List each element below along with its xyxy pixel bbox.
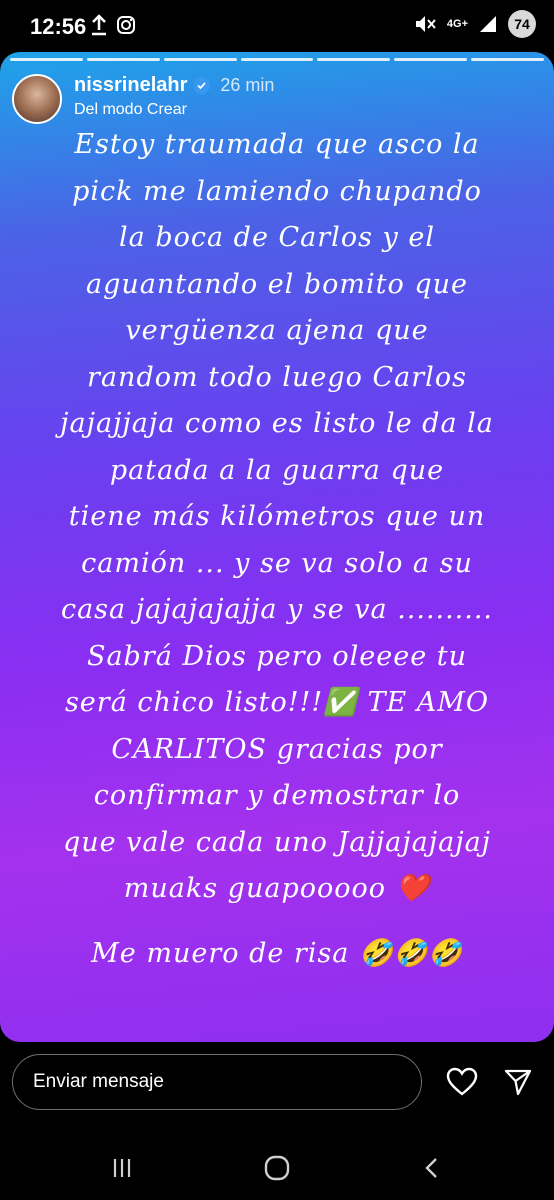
recent-apps-icon (113, 1159, 131, 1177)
send-icon (504, 1069, 532, 1096)
recent-apps-button[interactable] (102, 1148, 142, 1188)
message-bar: Enviar mensaje (0, 1042, 554, 1132)
story-bottom-text: Me muero de risa 🤣🤣🤣 (91, 938, 463, 969)
home-icon (264, 1155, 290, 1181)
story-subtitle[interactable]: Del modo Crear (74, 101, 274, 119)
progress-segment (163, 58, 237, 61)
back-icon (425, 1158, 437, 1178)
progress-segment (10, 58, 83, 61)
story-body-text: Estoy traumada que asco la pick me lamie… (60, 129, 494, 904)
progress-segment (317, 58, 391, 61)
status-left-icons (90, 14, 136, 36)
mute-icon (415, 16, 436, 32)
status-right-icons: 4G+ 74 (413, 10, 536, 38)
time-ago: 26 min (220, 75, 275, 95)
network-label: 4G+ (446, 18, 468, 30)
story-progress-bars (10, 58, 545, 61)
progress-segment (240, 58, 314, 61)
back-button[interactable] (412, 1148, 452, 1188)
like-button[interactable] (444, 1064, 480, 1100)
battery-indicator: 74 (508, 10, 536, 38)
verified-badge-icon (193, 77, 211, 94)
username-row: nissrinelahr 26 min (74, 74, 274, 97)
story-view[interactable]: nissrinelahr 26 min Del modo Crear Estoy… (0, 52, 554, 1042)
navigation-bar (0, 1132, 554, 1200)
progress-segment (86, 58, 160, 61)
progress-segment (394, 58, 468, 61)
instagram-icon (117, 16, 135, 34)
progress-segment (471, 58, 545, 61)
avatar[interactable] (12, 74, 62, 124)
share-button[interactable] (500, 1064, 536, 1100)
story-header: nissrinelahr 26 min Del modo Crear (12, 74, 274, 124)
home-button[interactable] (257, 1148, 297, 1188)
heart-icon (446, 1067, 478, 1096)
status-bar: 12:56 4G+ 74 (0, 0, 554, 52)
signal-icon (480, 16, 496, 32)
upload-icon (92, 14, 106, 36)
message-input[interactable]: Enviar mensaje (12, 1054, 422, 1110)
username[interactable]: nissrinelahr (74, 74, 187, 97)
story-header-text: nissrinelahr 26 min Del modo Crear (74, 74, 274, 119)
status-time: 12:56 (30, 14, 87, 39)
